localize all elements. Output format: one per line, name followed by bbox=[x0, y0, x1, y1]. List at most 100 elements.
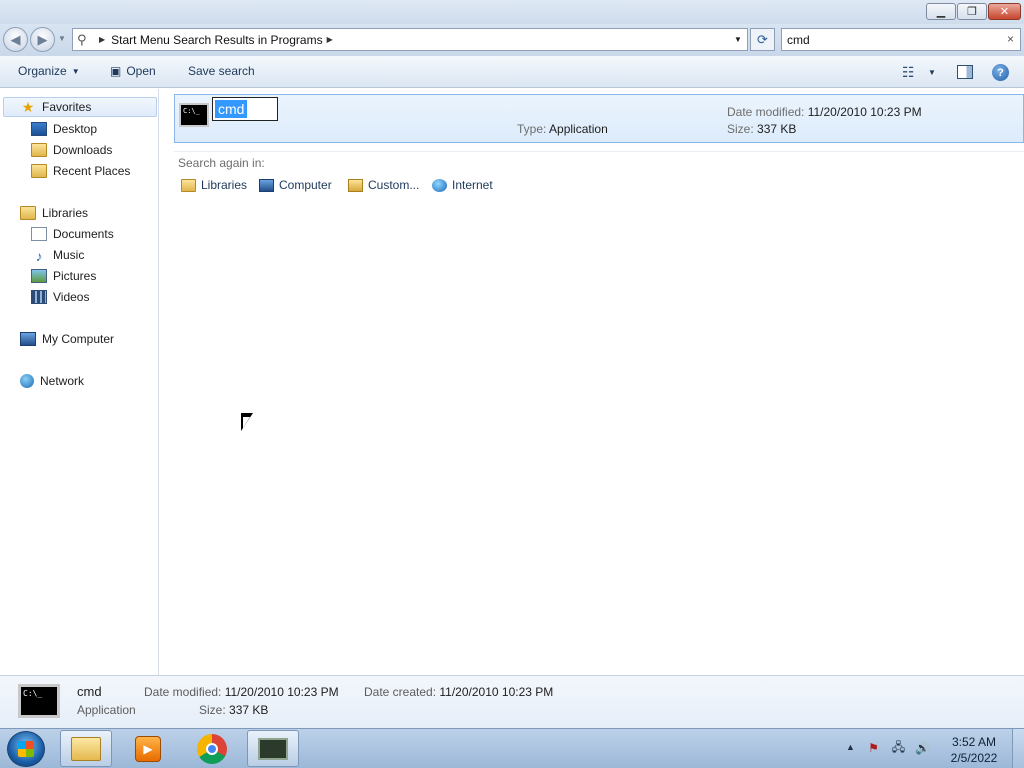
nav-network[interactable]: Network bbox=[20, 371, 84, 391]
taskbar-media-player[interactable]: ▶ bbox=[122, 730, 174, 767]
search-again-internet[interactable]: Internet bbox=[432, 178, 493, 192]
open-label: Open bbox=[126, 64, 156, 78]
result-size: Size: 337 KB bbox=[727, 122, 796, 136]
breadcrumb-arrow-icon[interactable]: ▶ bbox=[99, 35, 105, 44]
nav-pictures[interactable]: Pictures bbox=[31, 266, 96, 286]
results-pane: C:\_ cmd Type: Application Date modified… bbox=[160, 89, 1024, 675]
star-icon: ★ bbox=[21, 98, 35, 115]
taskbar-chrome[interactable] bbox=[186, 730, 238, 767]
navigation-pane: ★ Favorites Desktop Downloads Recent Pla… bbox=[0, 89, 159, 675]
custom-folder-icon bbox=[348, 178, 363, 192]
clock-date: 2/5/2022 bbox=[950, 751, 998, 765]
address-bar[interactable]: ⚲ ▶ Start Menu Search Results in Program… bbox=[72, 28, 748, 51]
organize-label: Organize bbox=[18, 64, 67, 78]
nav-videos[interactable]: Videos bbox=[31, 287, 89, 307]
start-button[interactable] bbox=[7, 731, 45, 767]
address-dropdown-icon[interactable]: ▼ bbox=[731, 31, 745, 48]
nav-pictures-label: Pictures bbox=[53, 269, 97, 283]
help-button[interactable]: ? bbox=[992, 64, 1009, 81]
change-view-button[interactable]: ☷ bbox=[902, 64, 915, 81]
search-again-computer[interactable]: Computer bbox=[259, 178, 332, 192]
chevron-down-icon: ▼ bbox=[928, 68, 936, 77]
volume-icon[interactable]: 🔊 bbox=[915, 741, 930, 755]
clock[interactable]: 3:52 AM 2/5/2022 bbox=[948, 734, 1000, 766]
recent-pages-dropdown[interactable]: ▼ bbox=[58, 34, 66, 43]
taskbar: ▶ ▲ ⚑ 🖧 🔊 3:52 AM 2/5/2022 bbox=[0, 728, 1024, 768]
minimize-icon: ▁ bbox=[936, 6, 946, 18]
forward-arrow-icon: ▶ bbox=[37, 31, 48, 47]
details-date-modified-value: 11/20/2010 10:23 PM bbox=[224, 685, 339, 699]
network-icon[interactable]: 🖧 bbox=[891, 740, 906, 755]
nav-music-label: Music bbox=[53, 248, 85, 262]
folder-icon bbox=[71, 736, 101, 761]
type-label: Type: bbox=[517, 122, 547, 136]
show-desktop-button[interactable] bbox=[1012, 729, 1024, 768]
details-date-modified-label: Date modified: bbox=[144, 685, 222, 699]
globe-icon bbox=[20, 374, 34, 388]
media-player-icon: ▶ bbox=[135, 735, 161, 762]
command-toolbar: Organize ▼ ▣ Open Save search ☷ ▼ ? bbox=[0, 56, 1024, 88]
rename-field[interactable]: cmd bbox=[212, 97, 278, 121]
divider bbox=[174, 151, 1024, 152]
clear-search-icon[interactable]: × bbox=[1007, 32, 1014, 46]
nav-libraries-label: Libraries bbox=[42, 206, 89, 220]
size-label: Size: bbox=[727, 122, 754, 136]
save-search-button[interactable]: Save search bbox=[188, 64, 255, 78]
show-hidden-icons-button[interactable]: ▲ bbox=[846, 742, 855, 752]
nav-desktop[interactable]: Desktop bbox=[31, 119, 97, 139]
nav-music[interactable]: ♪ Music bbox=[31, 245, 85, 265]
chevron-down-icon: ▼ bbox=[71, 66, 80, 76]
chrome-icon bbox=[197, 733, 227, 764]
nav-downloads-label: Downloads bbox=[53, 143, 113, 157]
breadcrumb-arrow-icon[interactable]: ▶ bbox=[327, 35, 333, 44]
nav-downloads[interactable]: Downloads bbox=[31, 140, 112, 160]
back-button[interactable]: ◀ bbox=[3, 27, 28, 52]
search-again-custom-label: Custom... bbox=[368, 178, 420, 192]
details-pane: C:\_ cmd Application Date modified: 11/2… bbox=[0, 675, 1024, 728]
minimize-button[interactable]: ▁ bbox=[926, 3, 956, 20]
search-again-internet-label: Internet bbox=[452, 178, 493, 192]
nav-recent-places[interactable]: Recent Places bbox=[31, 161, 130, 181]
restore-icon: ❐ bbox=[967, 6, 977, 18]
search-input[interactable]: cmd × bbox=[781, 28, 1021, 51]
nav-desktop-label: Desktop bbox=[53, 122, 98, 136]
search-value: cmd bbox=[787, 32, 810, 47]
details-date-created-label: Date created: bbox=[364, 685, 437, 699]
preview-pane-button[interactable] bbox=[957, 65, 973, 79]
taskbar-explorer[interactable] bbox=[60, 730, 112, 767]
windows-logo-icon bbox=[18, 741, 34, 757]
search-again-libraries[interactable]: Libraries bbox=[181, 178, 247, 192]
clock-time: 3:52 AM bbox=[951, 735, 997, 749]
close-icon: ✕ bbox=[999, 6, 1010, 18]
music-note-icon: ♪ bbox=[35, 248, 43, 264]
nav-my-computer[interactable]: My Computer bbox=[20, 329, 114, 349]
breadcrumb[interactable]: Start Menu Search Results in Programs bbox=[111, 33, 322, 47]
organize-button[interactable]: Organize ▼ bbox=[18, 64, 80, 78]
search-icon: ⚲ bbox=[77, 31, 87, 47]
maximize-button[interactable]: ❐ bbox=[957, 3, 987, 20]
help-icon: ? bbox=[997, 66, 1004, 79]
refresh-icon: ⟳ bbox=[757, 31, 768, 47]
nav-my-computer-label: My Computer bbox=[42, 332, 115, 346]
close-button[interactable]: ✕ bbox=[988, 3, 1021, 20]
details-file-name: cmd bbox=[77, 684, 102, 699]
result-type: Type: Application bbox=[517, 122, 608, 136]
libraries-icon bbox=[20, 206, 36, 220]
save-search-label: Save search bbox=[188, 64, 255, 78]
details-size: Size: 337 KB bbox=[199, 703, 268, 717]
taskbar-remote-window[interactable] bbox=[247, 730, 299, 767]
forward-button[interactable]: ▶ bbox=[30, 27, 55, 52]
computer-icon bbox=[20, 332, 36, 346]
downloads-folder-icon bbox=[31, 143, 47, 157]
refresh-button[interactable]: ⟳ bbox=[750, 28, 775, 51]
search-again-custom[interactable]: Custom... bbox=[348, 178, 419, 192]
search-result-item[interactable]: C:\_ cmd Type: Application Date modified… bbox=[174, 94, 1024, 143]
nav-favorites[interactable]: ★ Favorites bbox=[3, 97, 157, 117]
view-options-dropdown[interactable]: ▼ bbox=[928, 68, 936, 77]
nav-documents[interactable]: Documents bbox=[31, 224, 114, 244]
nav-libraries[interactable]: Libraries bbox=[20, 203, 88, 223]
details-file-type: Application bbox=[77, 703, 136, 717]
action-center-flag-icon[interactable]: ⚑ bbox=[866, 741, 881, 755]
date-modified-value: 11/20/2010 10:23 PM bbox=[807, 105, 922, 119]
open-button[interactable]: ▣ Open bbox=[110, 64, 156, 78]
